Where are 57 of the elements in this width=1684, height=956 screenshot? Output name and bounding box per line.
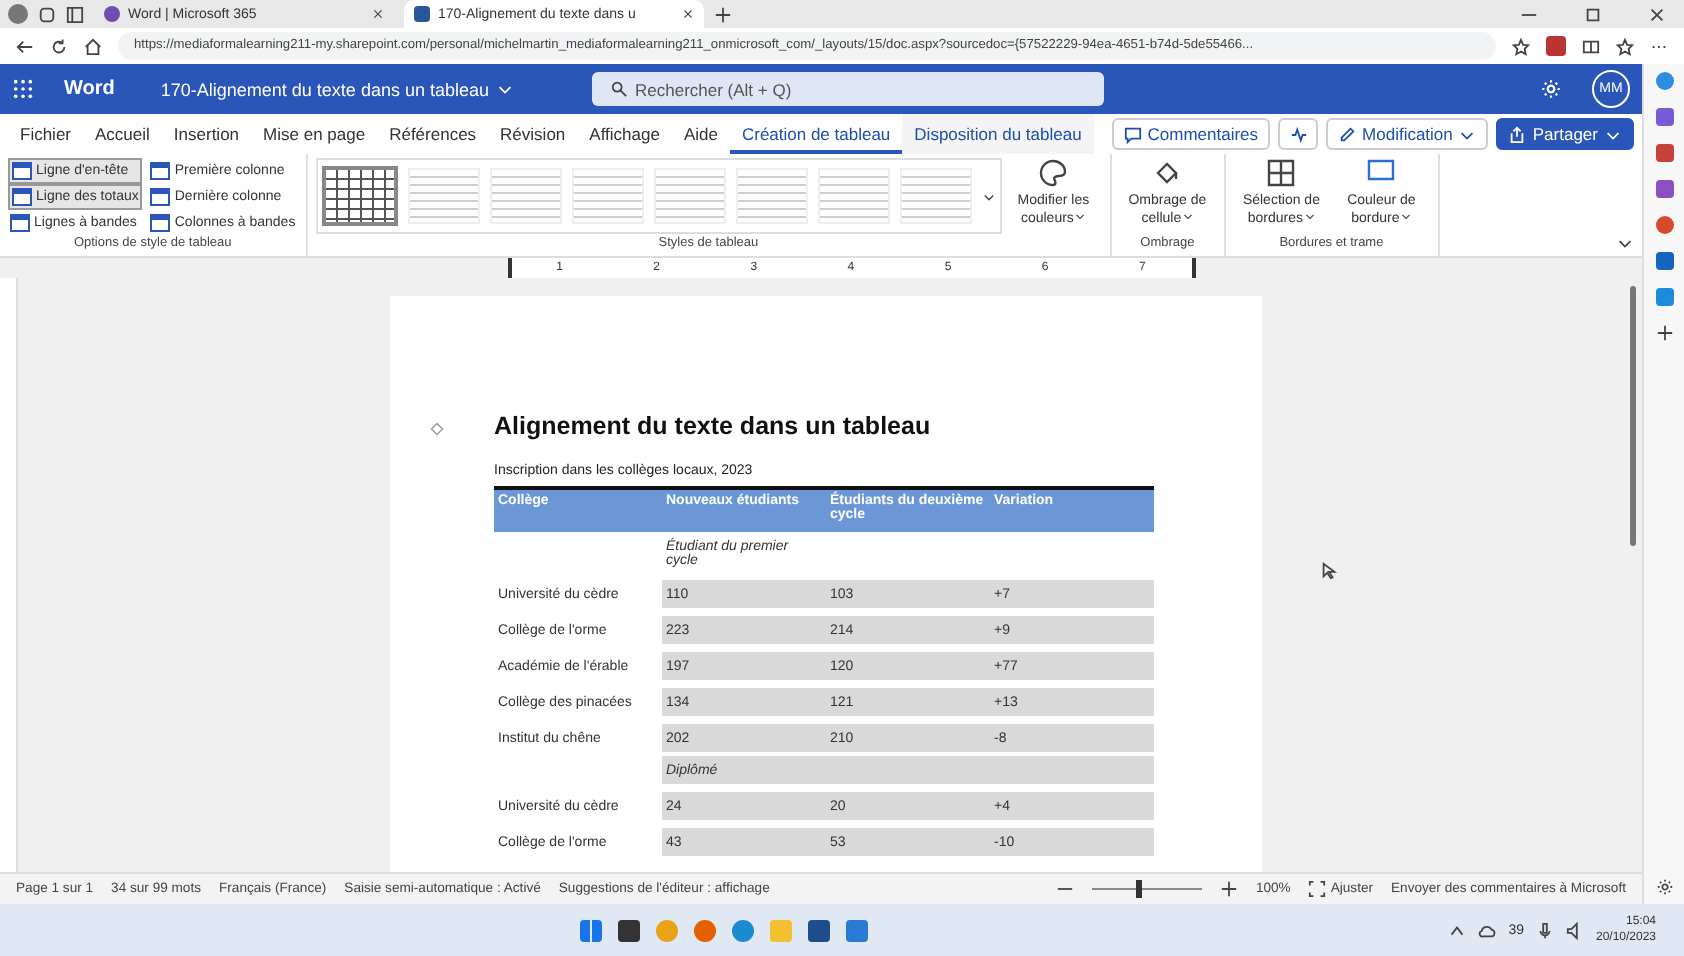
cloud-icon[interactable] xyxy=(1478,921,1497,939)
ribbon-tab[interactable]: Références xyxy=(377,114,489,154)
share-icon xyxy=(1508,125,1527,143)
add-icon[interactable] xyxy=(1655,324,1673,342)
new-tab-icon[interactable] xyxy=(714,5,732,23)
comment-icon xyxy=(1123,125,1142,143)
comments-button[interactable]: Commentaires xyxy=(1111,118,1271,150)
grid-icon xyxy=(1266,158,1297,188)
palette-icon xyxy=(1038,158,1069,188)
ribbon-tab[interactable]: Affichage xyxy=(577,114,672,154)
share-button[interactable]: Partager xyxy=(1496,118,1634,150)
close-tab-icon[interactable] xyxy=(372,8,384,20)
collections-icon[interactable] xyxy=(38,5,56,23)
app-name: Word xyxy=(64,78,115,100)
split-screen-icon[interactable] xyxy=(1582,37,1600,55)
editing-mode-button[interactable]: Modification xyxy=(1326,118,1489,150)
table-style-gallery[interactable] xyxy=(315,158,1002,234)
ribbon-tab[interactable]: Fichier xyxy=(8,114,84,154)
star-icon[interactable] xyxy=(1512,37,1530,55)
close-tab-icon[interactable] xyxy=(682,8,694,20)
back-arrow-icon[interactable] xyxy=(16,37,34,55)
start-icon[interactable] xyxy=(580,919,603,941)
mouse-cursor-icon xyxy=(1320,562,1338,580)
ribbon-tab[interactable]: Mise en page xyxy=(251,114,378,154)
ribbon-tab[interactable]: Aide xyxy=(671,114,730,154)
ribbon-tab[interactable]: Accueil xyxy=(83,114,162,154)
pulse-icon xyxy=(1289,125,1308,143)
document-title[interactable]: 170-Alignement du texte dans un tableau xyxy=(160,79,489,99)
diamond-icon xyxy=(430,422,444,436)
caret-icon xyxy=(1399,210,1412,222)
fit-icon xyxy=(1308,880,1327,898)
home-icon[interactable] xyxy=(84,37,102,55)
pencil-icon xyxy=(1338,125,1357,143)
profile-avatar[interactable] xyxy=(8,4,28,24)
ribbon-tab[interactable]: Révision xyxy=(488,114,578,154)
caret-icon xyxy=(1303,210,1316,222)
close-icon[interactable] xyxy=(1648,5,1666,23)
maximize-icon[interactable] xyxy=(1584,5,1602,23)
zoom-in-icon[interactable] xyxy=(1219,880,1238,898)
search-field[interactable]: Rechercher (Alt + Q) xyxy=(591,72,1103,106)
ribbon-tab[interactable]: Insertion xyxy=(161,114,252,154)
settings-icon[interactable] xyxy=(1655,878,1673,896)
document-heading: Alignement du texte dans un tableau xyxy=(494,412,933,440)
refresh-icon[interactable] xyxy=(50,37,68,55)
chevron-up-icon[interactable] xyxy=(1448,921,1467,939)
gallery-more-icon[interactable] xyxy=(981,189,996,203)
speaker-icon[interactable] xyxy=(1565,921,1584,939)
favorites-icon[interactable] xyxy=(1616,37,1634,55)
tab-actions-icon[interactable] xyxy=(66,5,84,23)
paint-bucket-icon xyxy=(1152,158,1183,188)
zoom-thumb[interactable] xyxy=(1135,880,1142,898)
caret-icon xyxy=(1181,210,1194,222)
app-launcher-icon[interactable] xyxy=(12,78,34,100)
ribbon-tab[interactable]: Disposition du tableau xyxy=(902,114,1094,154)
catch-up-button[interactable] xyxy=(1278,118,1319,150)
microphone-icon[interactable] xyxy=(1535,921,1554,939)
caret-icon xyxy=(1073,210,1086,222)
